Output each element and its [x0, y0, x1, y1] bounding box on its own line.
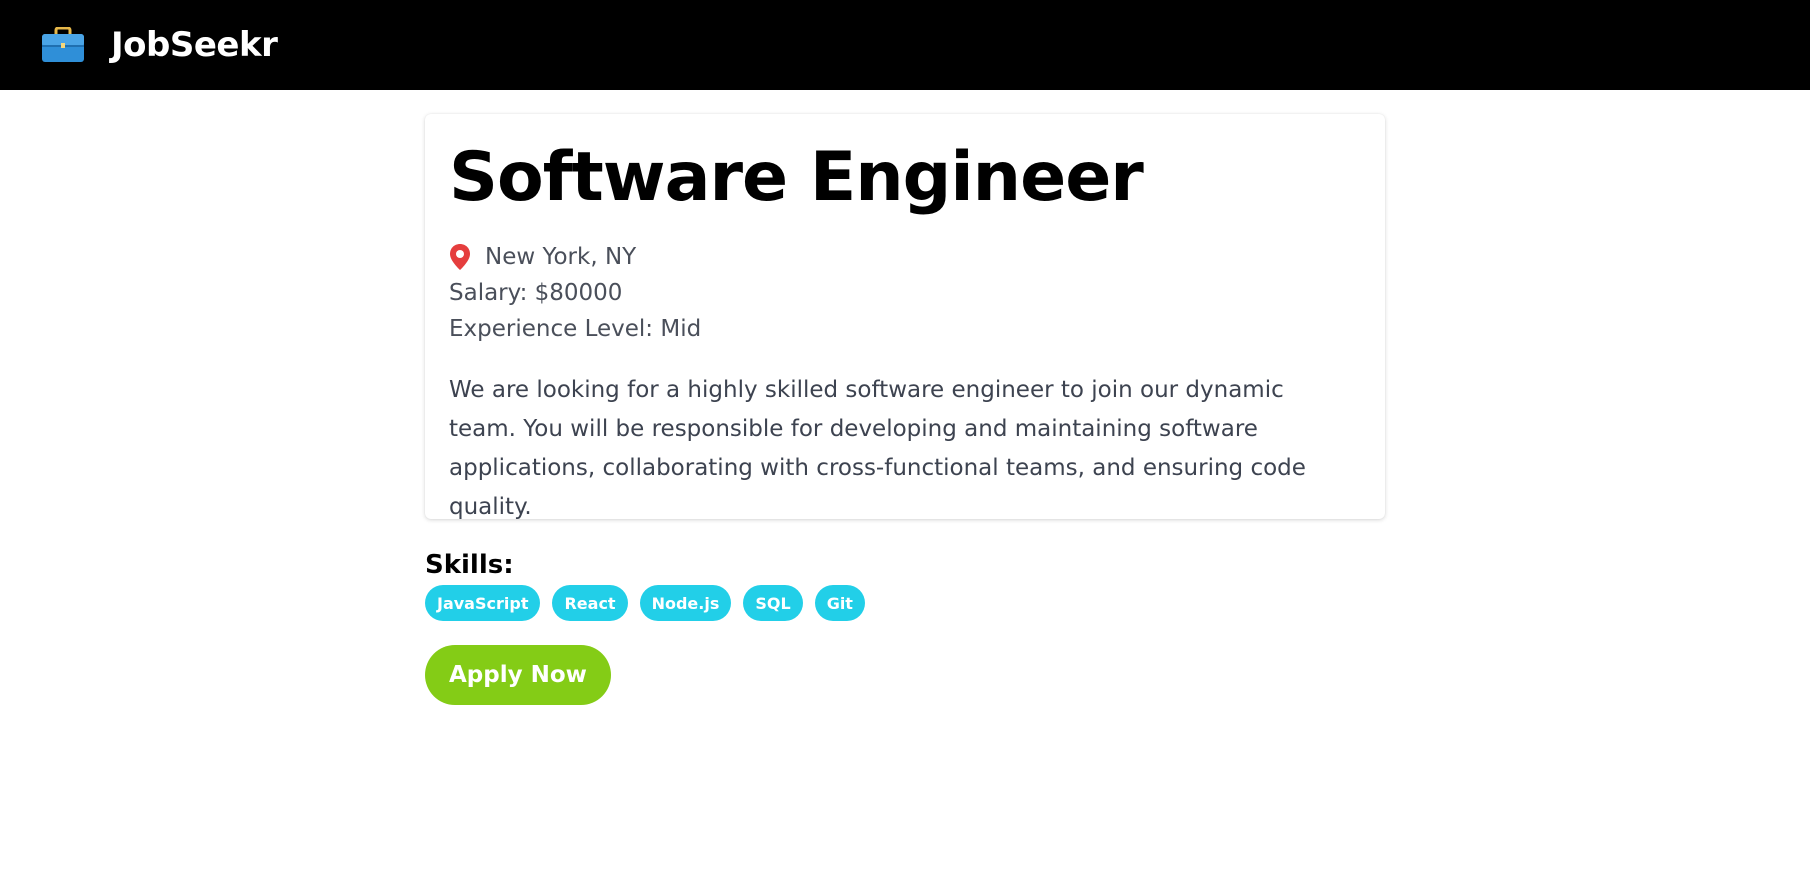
skill-tag: Node.js [639, 585, 732, 621]
skills-list: JavaScript React Node.js SQL Git [425, 585, 865, 621]
job-details-card: Software Engineer New York, NY Salary: $… [425, 114, 1385, 520]
job-location-row: New York, NY [449, 239, 1361, 275]
job-description: We are looking for a highly skilled soft… [449, 377, 1306, 521]
skill-tag: SQL [743, 585, 803, 621]
apply-now-button[interactable]: Apply Now [425, 645, 611, 705]
job-title: Software Engineer [449, 138, 1144, 217]
skill-tag: Git [814, 585, 865, 621]
job-location: New York, NY [485, 244, 637, 271]
skill-tag: JavaScript [425, 585, 541, 621]
job-experience-level: Experience Level: Mid [449, 316, 702, 343]
map-pin-icon [449, 243, 471, 271]
job-salary: Salary: $80000 [449, 280, 623, 307]
skills-heading: Skills: [425, 550, 514, 580]
top-navbar: JobSeekr [0, 0, 1810, 90]
skill-tag: React [552, 585, 628, 621]
job-meta: New York, NY Salary: $80000 Experience L… [449, 239, 1361, 347]
briefcase-icon[interactable] [41, 26, 85, 63]
brand-name[interactable]: JobSeekr [111, 25, 278, 65]
